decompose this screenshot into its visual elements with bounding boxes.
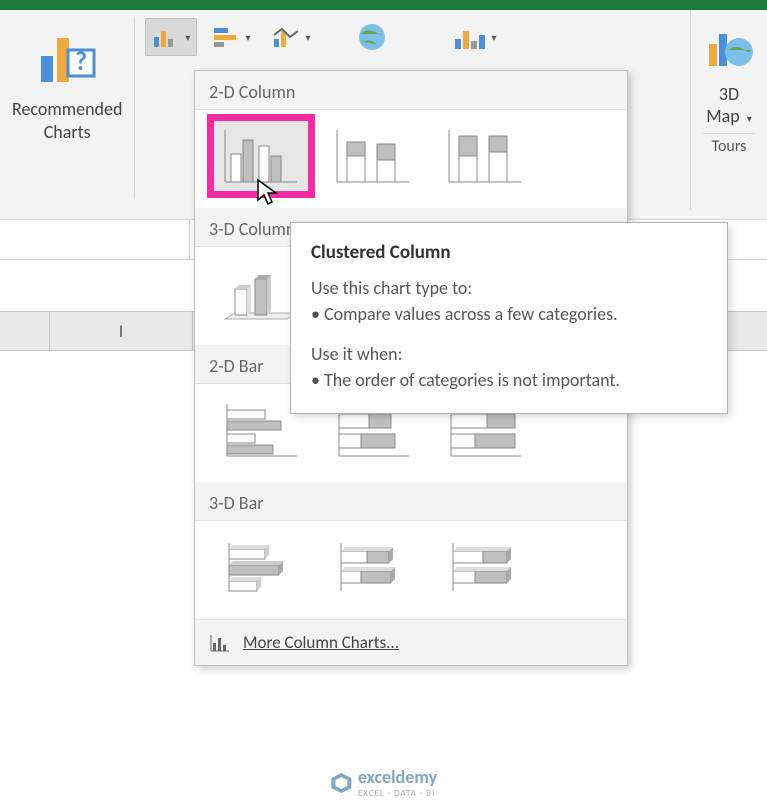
recommended-charts-icon: ? (35, 26, 99, 90)
watermark-tag: EXCEL · DATA · BI (358, 788, 437, 799)
clustered-bar-icon (221, 400, 301, 460)
window-titlebar (0, 0, 767, 10)
tooltip-line: Use this chart type to: (311, 275, 707, 301)
watermark-brand: exceldemy (358, 766, 437, 788)
tooltip-line: • Compare values across a few categories… (311, 301, 707, 327)
stacked-column-thumb[interactable] (325, 120, 421, 192)
tooltip-line: Use it when: (311, 341, 707, 367)
column-mini-icon (209, 633, 231, 653)
chevron-down-icon: ▾ (747, 112, 752, 125)
section-2d-column: 2-D Column (195, 71, 627, 110)
chevron-down-icon: ▾ (305, 31, 310, 44)
col-header-i[interactable]: I (50, 312, 193, 350)
column-chart-icon (152, 25, 182, 49)
3d-clustered-bar-thumb[interactable] (213, 531, 309, 603)
section-3d-bar: 3-D Bar (195, 482, 627, 521)
3d-100pct-stacked-bar-icon (445, 537, 525, 597)
tooltip-line: • The order of categories is not importa… (311, 367, 707, 393)
chart-tooltip: Clustered Column Use this chart type to:… (290, 222, 728, 414)
watermark-icon (330, 772, 352, 794)
tours-group-label: Tours (703, 133, 755, 156)
recommended-charts-button[interactable]: ? Recommended Charts (0, 10, 134, 149)
chevron-down-icon: ▾ (185, 31, 190, 44)
clustered-column-icon (221, 126, 301, 186)
insert-combo-chart-button[interactable]: ▾ (446, 18, 504, 56)
combo-chart-icon (453, 23, 489, 51)
stacked-column-icon (333, 126, 413, 186)
recommended-charts-label: Recommended Charts (12, 98, 122, 143)
chevron-down-icon: ▾ (245, 31, 250, 44)
insert-maps-button[interactable] (346, 18, 398, 56)
globe-icon (353, 22, 391, 52)
bar-chart-icon (212, 25, 242, 49)
100pct-stacked-column-icon (445, 126, 525, 186)
3d-map-sub: Map (706, 105, 739, 127)
line-chart-icon (272, 25, 302, 49)
clustered-column-thumb[interactable] (213, 120, 309, 192)
more-column-charts-button[interactable]: More Column Charts... (195, 619, 627, 665)
insert-bar-chart-button[interactable]: ▾ (205, 18, 257, 56)
3d-map-button[interactable]: 3D Map ▾ Tours (690, 10, 767, 210)
insert-column-chart-button[interactable]: ▾ (145, 18, 197, 56)
insert-line-chart-button[interactable]: ▾ (265, 18, 317, 56)
3d-map-icon (703, 20, 755, 72)
3d-100pct-stacked-bar-thumb[interactable] (437, 531, 533, 603)
100pct-stacked-column-thumb[interactable] (437, 120, 533, 192)
3d-map-label: 3D (719, 83, 739, 105)
3d-clustered-column-icon (221, 263, 301, 323)
watermark: exceldemy EXCEL · DATA · BI (330, 766, 437, 799)
svg-text:?: ? (75, 45, 87, 77)
3d-stacked-bar-thumb[interactable] (325, 531, 421, 603)
chevron-down-icon: ▾ (492, 31, 497, 44)
3d-clustered-bar-icon (221, 537, 301, 597)
chart-gallery-launchers: ▾ ▾ ▾ (135, 10, 767, 60)
tooltip-title: Clustered Column (311, 239, 707, 267)
3d-stacked-bar-icon (333, 537, 413, 597)
more-column-charts-label: More Column Charts... (243, 632, 399, 653)
